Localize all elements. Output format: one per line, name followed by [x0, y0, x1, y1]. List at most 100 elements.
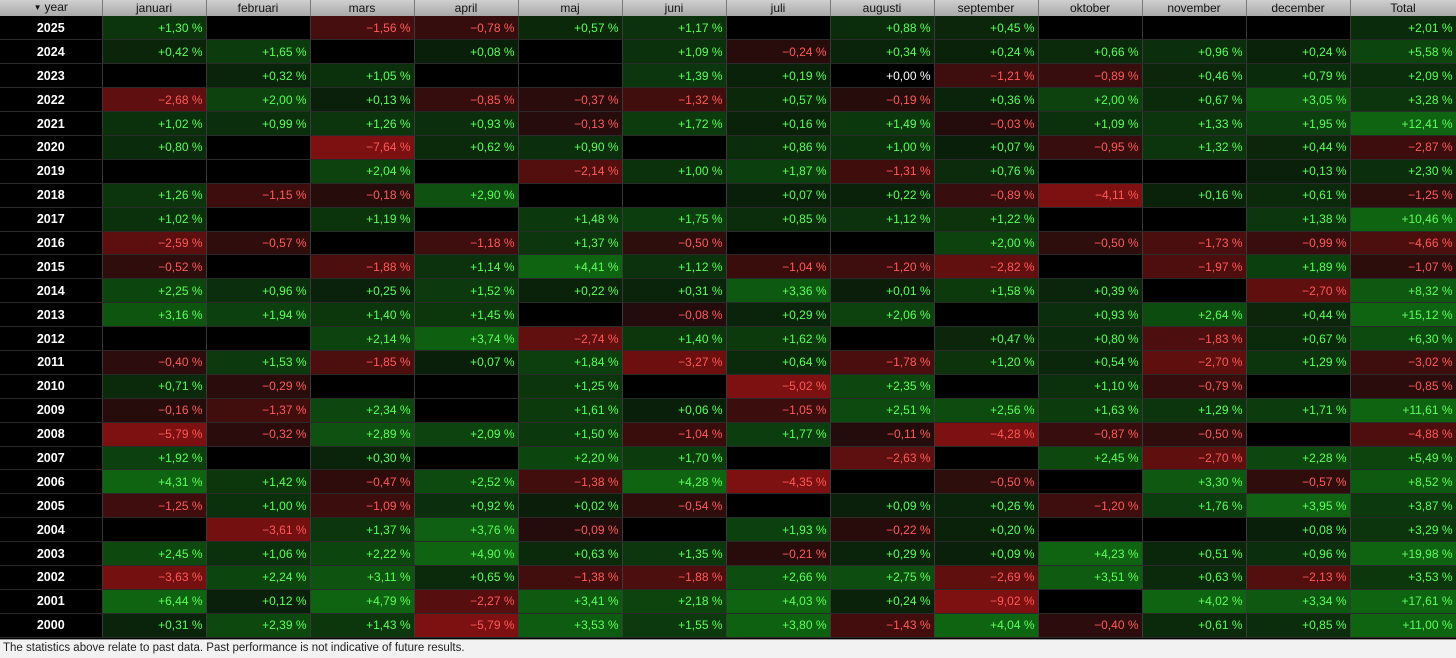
return-cell: −2,14 %: [518, 159, 623, 184]
return-cell: +2,75 %: [830, 565, 935, 590]
column-header-month[interactable]: juni: [622, 0, 727, 16]
total-cell: −4,66 %: [1350, 231, 1456, 256]
table-row[interactable]: 2007 +1,92 % +0,30 % +2,20 % +1,70 % −2,63 % +…: [0, 446, 1456, 471]
return-cell: −1,25 %: [102, 493, 207, 519]
total-cell: +15,12 %: [1350, 302, 1456, 328]
column-header-month[interactable]: december: [1246, 0, 1351, 16]
column-header-month[interactable]: november: [1142, 0, 1247, 16]
return-cell: +1,19 %: [310, 207, 415, 232]
return-cell: +0,19 %: [726, 63, 831, 89]
table-row[interactable]: 2010 +0,71 % −0,29 % +1,25 % −5,02 % +2,35 % +…: [0, 374, 1456, 399]
column-header-month[interactable]: februari: [206, 0, 311, 16]
column-header-year[interactable]: ▼ year: [0, 0, 103, 16]
return-cell: [206, 16, 311, 41]
return-cell: −1,85 %: [310, 350, 415, 375]
return-cell: +2,45 %: [102, 541, 207, 566]
return-cell: −0,32 %: [206, 422, 311, 447]
table-row[interactable]: 2022 −2,68 % +2,00 % +0,13 % −0,85 % −0,37 % −…: [0, 87, 1456, 113]
table-row[interactable]: 2009 −0,16 % −1,37 % +2,34 % +1,61 % +0,06 % −…: [0, 398, 1456, 423]
return-cell: [1246, 422, 1351, 447]
return-cell: [726, 231, 831, 256]
return-cell: +4,31 %: [102, 469, 207, 495]
column-header-month[interactable]: januari: [102, 0, 207, 16]
return-cell: [414, 374, 519, 399]
return-cell: −0,57 %: [1246, 469, 1351, 495]
return-cell: −1,56 %: [310, 16, 415, 41]
return-cell: +1,45 %: [414, 302, 519, 328]
total-cell: +8,52 %: [1350, 469, 1456, 495]
table-row[interactable]: 2019 +2,04 % −2,14 % +1,00 % +1,87 % −1,31 % +…: [0, 159, 1456, 184]
return-cell: [1142, 517, 1247, 543]
return-cell: +3,36 %: [726, 278, 831, 304]
return-cell: −0,78 %: [414, 16, 519, 41]
return-cell: −5,79 %: [414, 613, 519, 638]
column-header-month[interactable]: oktober: [1038, 0, 1143, 16]
return-cell: −0,89 %: [934, 183, 1039, 208]
return-cell: +0,07 %: [414, 350, 519, 375]
return-cell: +1,62 %: [726, 326, 831, 351]
table-row[interactable]: 2002 −3,63 % +2,24 % +3,11 % +0,65 % −1,38 % −…: [0, 565, 1456, 590]
total-cell: +8,32 %: [1350, 278, 1456, 304]
return-cell: +2,09 %: [414, 422, 519, 447]
column-header-month[interactable]: september: [934, 0, 1039, 16]
return-cell: +1,77 %: [726, 422, 831, 447]
table-row[interactable]: 2018 +1,26 % −1,15 % −0,18 % +2,90 % +0,07 % +…: [0, 183, 1456, 208]
column-header-month[interactable]: mars: [310, 0, 415, 16]
table-row[interactable]: 2020 +0,80 % −7,64 % +0,62 % +0,90 % +0,86 % +…: [0, 135, 1456, 160]
return-cell: +0,92 %: [414, 493, 519, 519]
column-header-month[interactable]: maj: [518, 0, 623, 16]
table-row[interactable]: 2011 −0,40 % +1,53 % −1,85 % +0,07 % +1,84 % −…: [0, 350, 1456, 375]
table-row[interactable]: 2006 +4,31 % +1,42 % −0,47 % +2,52 % −1,38 % +…: [0, 469, 1456, 495]
table-row[interactable]: 2017 +1,02 % +1,19 % +1,48 % +1,75 % +0,85 % +…: [0, 207, 1456, 232]
return-cell: +0,93 %: [414, 111, 519, 136]
return-cell: +1,93 %: [726, 517, 831, 543]
return-cell: +2,04 %: [310, 159, 415, 184]
table-row[interactable]: 2024 +0,42 % +1,65 % +0,08 % +1,09 % −0,24 % +…: [0, 39, 1456, 65]
table-row[interactable]: 2016 −2,59 % −0,57 % −1,18 % +1,37 % −0,50 % +…: [0, 231, 1456, 256]
return-cell: +0,07 %: [726, 183, 831, 208]
table-row[interactable]: 2023 +0,32 % +1,05 % +1,39 % +0,19 % +0,00 % −…: [0, 63, 1456, 89]
table-row[interactable]: 2015 −0,52 % −1,88 % +1,14 % +4,41 % +1,12 % −…: [0, 254, 1456, 280]
column-header-month[interactable]: augusti: [830, 0, 935, 16]
return-cell: +0,24 %: [1246, 39, 1351, 65]
return-cell: −0,54 %: [622, 493, 727, 519]
return-cell: +1,30 %: [102, 16, 207, 41]
table-row[interactable]: 2012 +2,14 % +3,74 % −2,74 % +1,40 % +1,62 % +…: [0, 326, 1456, 351]
total-cell: +2,01 %: [1350, 16, 1456, 41]
return-cell: [518, 39, 623, 65]
return-cell: +3,05 %: [1246, 87, 1351, 113]
return-cell: +0,08 %: [414, 39, 519, 65]
return-cell: −0,87 %: [1038, 422, 1143, 447]
return-cell: +0,88 %: [830, 16, 935, 41]
table-row[interactable]: 2004 −3,61 % +1,37 % +3,76 % −0,09 % +1,93 % −…: [0, 517, 1456, 543]
return-cell: [1142, 16, 1247, 41]
table-row[interactable]: 2013 +3,16 % +1,94 % +1,40 % +1,45 % −0,08 % +…: [0, 302, 1456, 328]
sort-descending-icon: ▼: [33, 3, 42, 12]
column-header-total[interactable]: Total: [1350, 0, 1456, 16]
table-row[interactable]: 2014 +2,25 % +0,96 % +0,25 % +1,52 % +0,22 % +…: [0, 278, 1456, 304]
table-row[interactable]: 2005 −1,25 % +1,00 % −1,09 % +0,92 % +0,02 % −…: [0, 493, 1456, 519]
return-cell: [830, 469, 935, 495]
return-cell: +0,86 %: [726, 135, 831, 160]
return-cell: −1,32 %: [622, 87, 727, 113]
return-cell: +1,02 %: [102, 111, 207, 136]
monthly-returns-table: ▼ year januari februari mars april maj ju…: [0, 0, 1456, 638]
table-row[interactable]: 2003 +2,45 % +1,06 % +2,22 % +4,90 % +0,63 % +…: [0, 541, 1456, 566]
return-cell: +3,51 %: [1038, 565, 1143, 590]
table-row[interactable]: 2001 +6,44 % +0,12 % +4,79 % −2,27 % +3,41 % +…: [0, 589, 1456, 614]
table-row[interactable]: 2025 +1,30 % −1,56 % −0,78 % +0,57 % +1,17 % +…: [0, 16, 1456, 41]
return-cell: +1,76 %: [1142, 493, 1247, 519]
table-row[interactable]: 2000 +0,31 % +2,39 % +1,43 % −5,79 % +3,53 % +…: [0, 613, 1456, 638]
return-cell: +1,06 %: [206, 541, 311, 566]
column-header-month[interactable]: juli: [726, 0, 831, 16]
return-cell: −2,68 %: [102, 87, 207, 113]
return-cell: +1,43 %: [310, 613, 415, 638]
table-row[interactable]: 2021 +1,02 % +0,99 % +1,26 % +0,93 % −0,13 % +…: [0, 111, 1456, 136]
return-cell: +2,18 %: [622, 589, 727, 614]
disclaimer-footer: The statistics above relate to past data…: [0, 639, 1456, 658]
return-cell: +1,75 %: [622, 207, 727, 232]
column-header-month[interactable]: april: [414, 0, 519, 16]
return-cell: +1,49 %: [830, 111, 935, 136]
table-row[interactable]: 2008 −5,79 % −0,32 % +2,89 % +2,09 % +1,50 % −…: [0, 422, 1456, 447]
return-cell: −0,13 %: [518, 111, 623, 136]
